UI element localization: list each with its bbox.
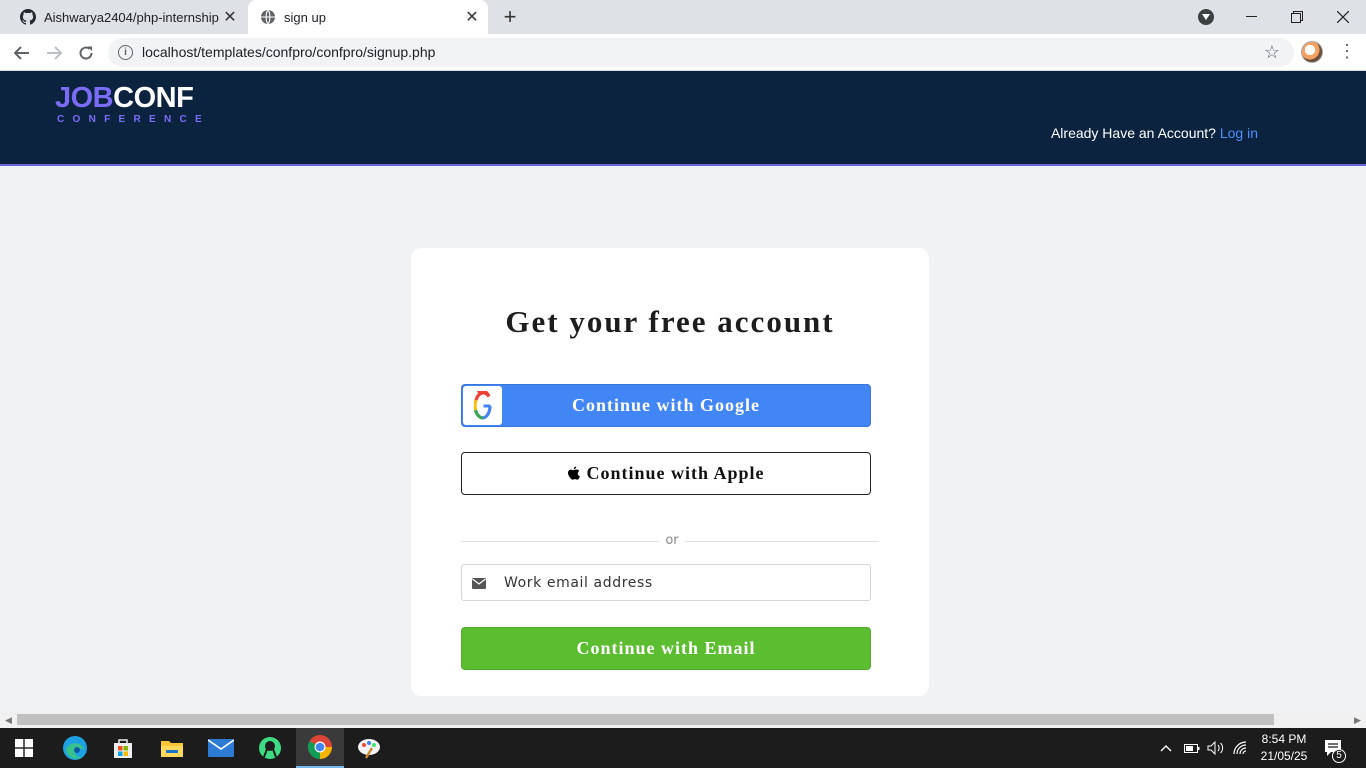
edge-icon[interactable] bbox=[51, 728, 99, 768]
account-prompt: Already Have an Account? Log in bbox=[1051, 125, 1258, 141]
continue-with-apple-button[interactable]: Continue with Apple bbox=[461, 452, 871, 495]
site-header: JOBCONF CONFERENCE Already Have an Accou… bbox=[0, 71, 1366, 166]
info-icon[interactable]: i bbox=[118, 45, 133, 60]
google-icon bbox=[463, 386, 502, 425]
tab-title: Aishwarya2404/php-internship bbox=[44, 9, 219, 25]
chrome-icon[interactable] bbox=[296, 728, 344, 768]
scroll-right-arrow-icon[interactable]: ▶ bbox=[1354, 715, 1361, 726]
paint-icon[interactable] bbox=[345, 728, 393, 768]
clock-time: 8:54 PM bbox=[1261, 732, 1307, 746]
logo-part-job: JOB bbox=[55, 82, 114, 114]
email-input[interactable] bbox=[504, 571, 859, 595]
notification-center-icon[interactable]: 5 bbox=[1324, 728, 1346, 768]
back-arrow-icon[interactable] bbox=[9, 40, 35, 66]
envelope-icon bbox=[472, 576, 486, 594]
address-bar[interactable]: i localhost/templates/confpro/confpro/si… bbox=[108, 38, 1294, 67]
windows-start-icon[interactable] bbox=[0, 728, 48, 768]
signup-card: Get your free account Continue with Goog… bbox=[411, 248, 929, 696]
scroll-left-arrow-icon[interactable]: ◀ bbox=[5, 715, 12, 726]
microsoft-store-icon[interactable] bbox=[99, 728, 147, 768]
show-hidden-icons-icon[interactable] bbox=[1160, 728, 1172, 768]
wifi-icon[interactable] bbox=[1232, 728, 1250, 768]
card-title: Get your free account bbox=[505, 304, 835, 339]
minimize-icon[interactable] bbox=[1228, 0, 1274, 34]
tab-title: sign up bbox=[284, 9, 326, 25]
clock-date: 21/05/25 bbox=[1260, 749, 1308, 763]
browser-toolbar: i localhost/templates/confpro/confpro/si… bbox=[0, 34, 1366, 71]
file-explorer-icon[interactable] bbox=[148, 728, 196, 768]
google-button-label: Continue with Google bbox=[571, 395, 760, 415]
tab-search-icon[interactable] bbox=[1198, 9, 1214, 25]
apple-button-label: Continue with Apple bbox=[586, 463, 765, 483]
restore-icon[interactable] bbox=[1274, 0, 1320, 34]
forward-arrow-icon[interactable] bbox=[41, 40, 67, 66]
url-text: localhost/templates/confpro/confpro/sign… bbox=[142, 44, 436, 60]
reload-icon[interactable] bbox=[73, 40, 99, 66]
site-logo[interactable]: JOBCONF CONFERENCE bbox=[55, 82, 210, 126]
notification-count: 5 bbox=[1332, 749, 1346, 763]
logo-subtitle: CONFERENCE bbox=[57, 114, 211, 125]
divider-line-left bbox=[461, 541, 659, 542]
email-button-label: Continue with Email bbox=[576, 638, 756, 658]
browser-tab-bar: Aishwarya2404/php-internship ✕ sign up ✕… bbox=[0, 0, 1366, 34]
or-divider: or bbox=[461, 533, 879, 549]
logo-part-conf: CONF bbox=[113, 82, 194, 114]
github-icon bbox=[20, 9, 36, 25]
tab-sign-up[interactable]: sign up ✕ bbox=[248, 0, 488, 34]
system-clock[interactable]: 8:54 PM 21/05/25 bbox=[1254, 731, 1314, 765]
windows-taskbar: 8:54 PM 21/05/25 5 bbox=[0, 728, 1366, 768]
divider-line-right bbox=[685, 541, 879, 542]
horizontal-scrollbar[interactable]: ◀ ▶ bbox=[0, 712, 1366, 727]
continue-with-email-button[interactable]: Continue with Email bbox=[461, 627, 871, 670]
profile-avatar[interactable] bbox=[1301, 41, 1323, 63]
scrollbar-thumb[interactable] bbox=[17, 714, 1274, 725]
android-studio-icon[interactable] bbox=[246, 728, 294, 768]
volume-icon[interactable] bbox=[1207, 728, 1225, 768]
battery-icon[interactable] bbox=[1184, 728, 1200, 768]
new-tab-icon[interactable]: + bbox=[498, 4, 522, 29]
continue-with-google-button[interactable]: Continue with Google bbox=[461, 384, 871, 427]
bookmark-star-icon[interactable]: ☆ bbox=[1264, 42, 1280, 63]
mail-icon[interactable] bbox=[197, 728, 245, 768]
close-icon[interactable]: ✕ bbox=[464, 9, 480, 26]
account-prompt-text: Already Have an Account? bbox=[1050, 125, 1216, 141]
divider-text: or bbox=[665, 533, 679, 548]
email-field[interactable] bbox=[461, 564, 871, 601]
globe-icon bbox=[260, 9, 276, 25]
close-icon[interactable]: ✕ bbox=[222, 9, 238, 26]
apple-icon bbox=[567, 466, 581, 481]
login-link[interactable]: Log in bbox=[1220, 125, 1258, 141]
more-menu-icon[interactable]: ⋮ bbox=[1338, 42, 1356, 60]
window-close-icon[interactable] bbox=[1320, 0, 1366, 34]
tab-github[interactable]: Aishwarya2404/php-internship ✕ bbox=[8, 0, 246, 34]
